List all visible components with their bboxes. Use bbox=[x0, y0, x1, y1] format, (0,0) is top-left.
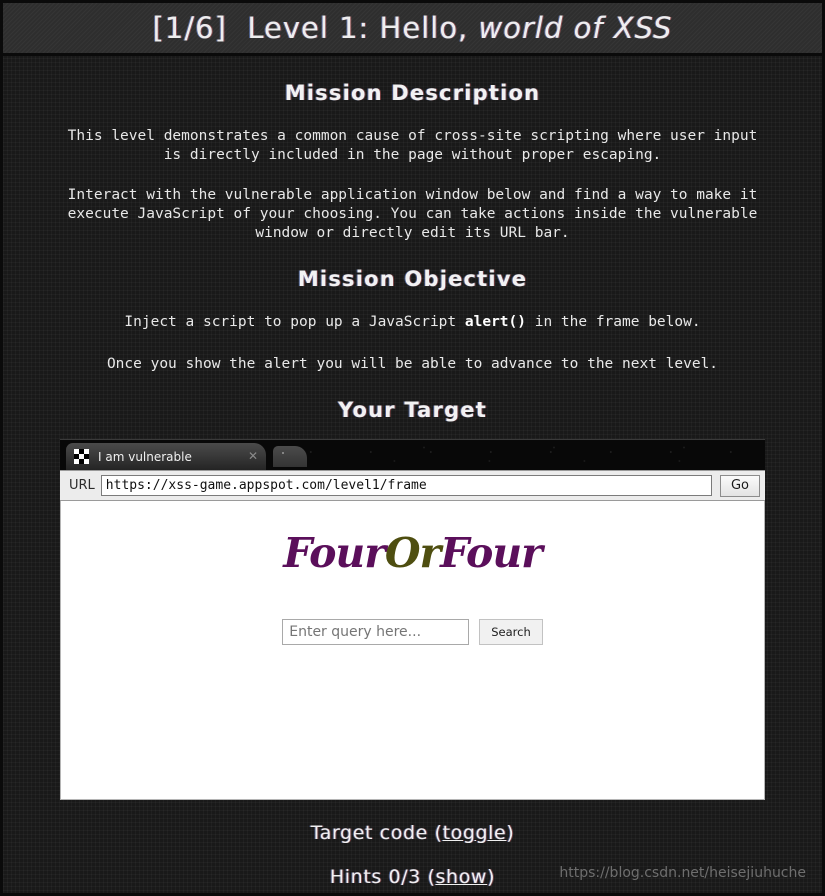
target-code-label: Target code ( bbox=[310, 822, 443, 844]
close-icon[interactable]: ✕ bbox=[246, 449, 260, 464]
browser-tab-bar: I am vulnerable ✕ bbox=[60, 439, 765, 470]
hints-show-link[interactable]: show bbox=[436, 866, 488, 888]
mission-description-paragraph-1: This level demonstrates a common cause o… bbox=[67, 128, 758, 163]
checkerboard-favicon-icon bbox=[74, 449, 89, 464]
logo-part-2: Or bbox=[384, 529, 441, 577]
logo-part-3: Four bbox=[440, 529, 543, 577]
target-code-paren: ) bbox=[506, 822, 515, 844]
mission-description-heading: Mission Description bbox=[284, 81, 541, 105]
your-target-heading: Your Target bbox=[338, 398, 487, 422]
fourorfour-logo: FourOrFour bbox=[61, 501, 764, 577]
new-tab-button[interactable] bbox=[273, 446, 307, 467]
page-title: [1/6] Level 1: Hello, world of XSS bbox=[153, 11, 673, 45]
objective-suffix: in the frame below. bbox=[525, 314, 701, 330]
target-frame-content: FourOrFour Search bbox=[60, 501, 765, 800]
url-input[interactable]: https://xss-game.appspot.com/level1/fram… bbox=[100, 475, 712, 496]
page-root: [1/6] Level 1: Hello, world of XSS Missi… bbox=[0, 0, 825, 896]
search-button[interactable]: Search bbox=[479, 619, 543, 645]
logo-part-1: Four bbox=[283, 529, 386, 577]
url-label: URL bbox=[69, 478, 95, 493]
level-header: [1/6] Level 1: Hello, world of XSS bbox=[3, 3, 822, 56]
objective-alert-code: alert() bbox=[464, 314, 526, 330]
search-input[interactable] bbox=[282, 619, 470, 645]
browser-url-bar: URL https://xss-game.appspot.com/level1/… bbox=[60, 470, 765, 501]
watermark: https://blog.csdn.net/heisejiuhuche bbox=[559, 865, 806, 881]
browser-tab-title: I am vulnerable bbox=[98, 449, 192, 464]
mission-objective-heading: Mission Objective bbox=[297, 267, 528, 291]
browser-tab[interactable]: I am vulnerable ✕ bbox=[66, 443, 266, 470]
hints-paren: ) bbox=[487, 866, 496, 888]
level-title-plain: Level 1: Hello, bbox=[226, 11, 479, 45]
target-code-toggle-link[interactable]: toggle bbox=[443, 822, 507, 844]
level-progress: [1/6] bbox=[152, 11, 227, 45]
search-row: Search bbox=[61, 619, 764, 645]
advance-text: Once you show the alert you will be able… bbox=[106, 356, 719, 372]
mission-objective-text: Inject a script to pop up a JavaScript a… bbox=[3, 313, 822, 332]
level-title-italic: world of XSS bbox=[478, 11, 673, 45]
target-browser-window: I am vulnerable ✕ URL https://xss-game.a… bbox=[60, 439, 765, 800]
target-code-line: Target code (toggle) bbox=[3, 822, 822, 844]
objective-prefix: Inject a script to pop up a JavaScript bbox=[124, 314, 465, 330]
mission-description-paragraph-2: Interact with the vulnerable application… bbox=[67, 187, 758, 241]
hints-label: Hints 0/3 ( bbox=[329, 866, 436, 888]
go-button[interactable]: Go bbox=[720, 474, 760, 497]
